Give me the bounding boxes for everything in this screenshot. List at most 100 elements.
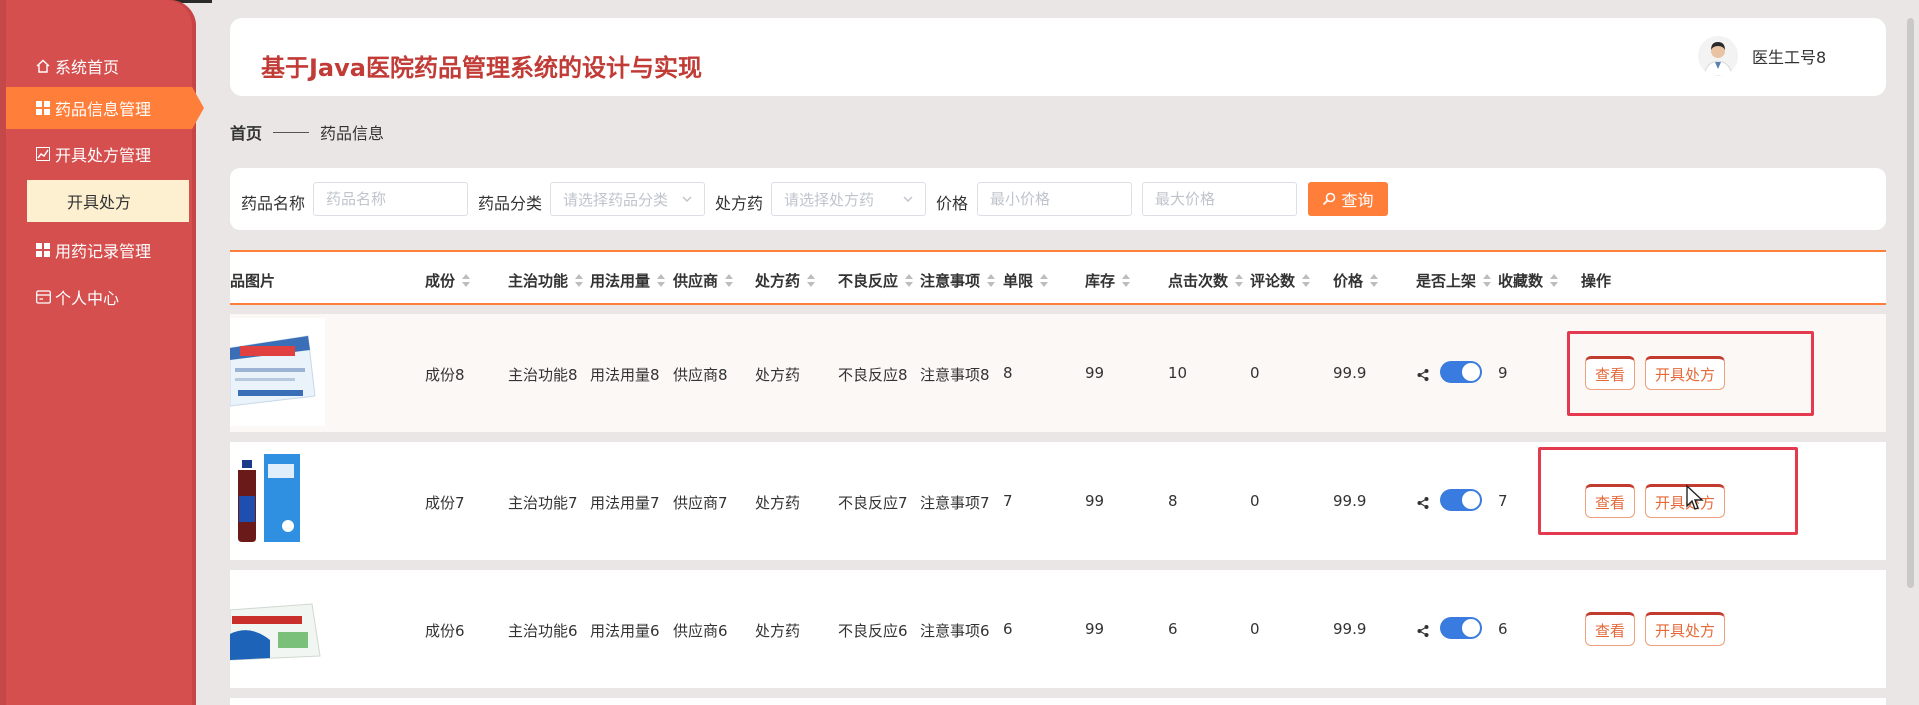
search-icon xyxy=(1322,192,1336,206)
col-header-function[interactable]: 主治功能 xyxy=(508,270,584,291)
cell-comments: 0 xyxy=(1250,620,1260,638)
sidebar-item-label: 开具处方管理 xyxy=(55,146,152,165)
cell-comments: 0 xyxy=(1250,364,1260,382)
scrollbar[interactable] xyxy=(1907,18,1914,588)
cell-rx: 处方药 xyxy=(755,622,801,640)
listed-toggle[interactable] xyxy=(1440,617,1482,639)
cell-stock: 99 xyxy=(1085,620,1105,638)
query-button-label: 查询 xyxy=(1341,193,1374,210)
sort-icon xyxy=(904,273,914,288)
drug-category-label: 药品分类 xyxy=(478,194,543,213)
col-header-clicks[interactable]: 点击次数 xyxy=(1168,270,1244,291)
grid-icon xyxy=(35,242,51,258)
col-header-stock[interactable]: 库存 xyxy=(1085,270,1131,291)
cell-rx: 处方药 xyxy=(755,494,801,512)
breadcrumb-current: 药品信息 xyxy=(320,124,385,143)
prescribe-button[interactable]: 开具处方 xyxy=(1645,356,1725,390)
cell-favorites: 6 xyxy=(1498,620,1508,638)
col-header-price[interactable]: 价格 xyxy=(1333,270,1379,291)
drug-name-input[interactable] xyxy=(313,182,468,216)
table-header: 品图片 成份 主治功能 用法用量 供应商 处方药 不良反应 注意事项 单限 库存… xyxy=(230,250,1886,305)
cell-favorites: 7 xyxy=(1498,492,1508,510)
prescribe-button[interactable]: 开具处方 xyxy=(1645,612,1725,646)
breadcrumb-separator xyxy=(273,131,310,133)
cell-supplier: 供应商6 xyxy=(673,622,728,640)
max-price-input[interactable] xyxy=(1142,182,1297,216)
breadcrumb: 首页 药品信息 xyxy=(230,120,384,144)
col-header-rx[interactable]: 处方药 xyxy=(755,270,816,291)
sidebar-subitem-prescribe[interactable]: 开具处方 xyxy=(27,180,189,222)
app-title: 基于Java医院药品管理系统的设计与实现 xyxy=(261,54,702,82)
col-header-notes[interactable]: 注意事项 xyxy=(920,270,996,291)
min-price-input[interactable] xyxy=(977,182,1132,216)
sort-icon xyxy=(1549,273,1559,288)
rx-select[interactable]: 请选择处方药 xyxy=(771,182,926,216)
sort-icon xyxy=(656,273,666,288)
share-icon[interactable] xyxy=(1417,622,1429,637)
drug-category-placeholder: 请选择药品分类 xyxy=(563,190,669,209)
sidebar-item-drug-info[interactable]: 药品信息管理 xyxy=(6,87,204,129)
home-icon xyxy=(35,58,51,74)
query-button[interactable]: 查询 xyxy=(1308,182,1388,216)
view-button[interactable]: 查看 xyxy=(1585,356,1635,390)
cell-clicks: 10 xyxy=(1168,364,1188,382)
drug-image[interactable] xyxy=(230,574,325,682)
drug-image[interactable] xyxy=(230,318,325,426)
col-header-supplier[interactable]: 供应商 xyxy=(673,270,734,291)
sidebar-item-medication-records[interactable]: 用药记录管理 xyxy=(6,230,206,270)
sidebar: 系统首页 药品信息管理 开具处方管理 开具处方 用药记录管理 个人中心 xyxy=(0,0,204,705)
col-header-dosage[interactable]: 用法用量 xyxy=(590,270,666,291)
sidebar-item-label: 药品信息管理 xyxy=(55,100,152,119)
cell-composition: 成份8 xyxy=(425,366,465,384)
user-name: 医生工号8 xyxy=(1752,48,1827,67)
chart-icon xyxy=(35,146,51,162)
col-header-listed[interactable]: 是否上架 xyxy=(1416,270,1492,291)
col-header-composition[interactable]: 成份 xyxy=(425,270,471,291)
cell-composition: 成份7 xyxy=(425,494,465,512)
table-row: 成份7 主治功能7 用法用量7 供应商7 处方药 不良反应7 注意事项7 7 9… xyxy=(230,442,1886,560)
drug-table: 品图片 成份 主治功能 用法用量 供应商 处方药 不良反应 注意事项 单限 库存… xyxy=(230,250,1886,705)
cell-limit: 6 xyxy=(1003,620,1013,638)
cell-function: 主治功能8 xyxy=(508,366,578,384)
sort-icon xyxy=(1369,273,1379,288)
sidebar-item-label: 用药记录管理 xyxy=(55,242,152,261)
sidebar-item-prescription-mgmt[interactable]: 开具处方管理 xyxy=(6,134,206,174)
cell-adverse: 不良反应8 xyxy=(838,366,908,384)
sort-icon xyxy=(1121,273,1131,288)
cell-supplier: 供应商8 xyxy=(673,366,728,384)
breadcrumb-home[interactable]: 首页 xyxy=(230,120,262,144)
sort-icon xyxy=(1039,273,1049,288)
listed-toggle[interactable] xyxy=(1440,489,1482,511)
cell-price: 99.9 xyxy=(1333,492,1367,510)
cell-function: 主治功能6 xyxy=(508,622,578,640)
cell-comments: 0 xyxy=(1250,492,1260,510)
sidebar-item-label: 系统首页 xyxy=(55,58,120,77)
view-button[interactable]: 查看 xyxy=(1585,484,1635,518)
user-menu[interactable]: 医生工号8 xyxy=(1698,36,1826,76)
sidebar-item-home[interactable]: 系统首页 xyxy=(6,46,206,86)
cell-dosage: 用法用量8 xyxy=(590,366,660,384)
card-icon xyxy=(35,289,51,305)
drug-category-select[interactable]: 请选择药品分类 xyxy=(550,182,705,216)
share-icon[interactable] xyxy=(1417,494,1429,509)
table-row: 成份8 主治功能8 用法用量8 供应商8 处方药 不良反应8 注意事项8 8 9… xyxy=(230,314,1886,432)
listed-toggle[interactable] xyxy=(1440,361,1482,383)
share-icon[interactable] xyxy=(1417,366,1429,381)
col-header-comments[interactable]: 评论数 xyxy=(1250,270,1311,291)
col-header-favorites[interactable]: 收藏数 xyxy=(1498,270,1559,291)
col-header-adverse[interactable]: 不良反应 xyxy=(838,270,914,291)
search-bar: 药品名称 药品分类 请选择药品分类 处方药 请选择处方药 价格 查询 xyxy=(230,168,1886,230)
drug-image[interactable] xyxy=(230,446,325,554)
cell-composition: 成份6 xyxy=(425,622,465,640)
cell-stock: 99 xyxy=(1085,364,1105,382)
view-button[interactable]: 查看 xyxy=(1585,612,1635,646)
col-header-limit[interactable]: 单限 xyxy=(1003,270,1049,291)
cell-limit: 8 xyxy=(1003,364,1013,382)
sidebar-item-personal-center[interactable]: 个人中心 xyxy=(6,277,206,317)
cell-notes: 注意事项6 xyxy=(920,622,990,640)
sort-icon xyxy=(806,273,816,288)
cell-favorites: 9 xyxy=(1498,364,1508,382)
cell-function: 主治功能7 xyxy=(508,494,578,512)
sort-icon xyxy=(574,273,584,288)
cell-stock: 99 xyxy=(1085,492,1105,510)
